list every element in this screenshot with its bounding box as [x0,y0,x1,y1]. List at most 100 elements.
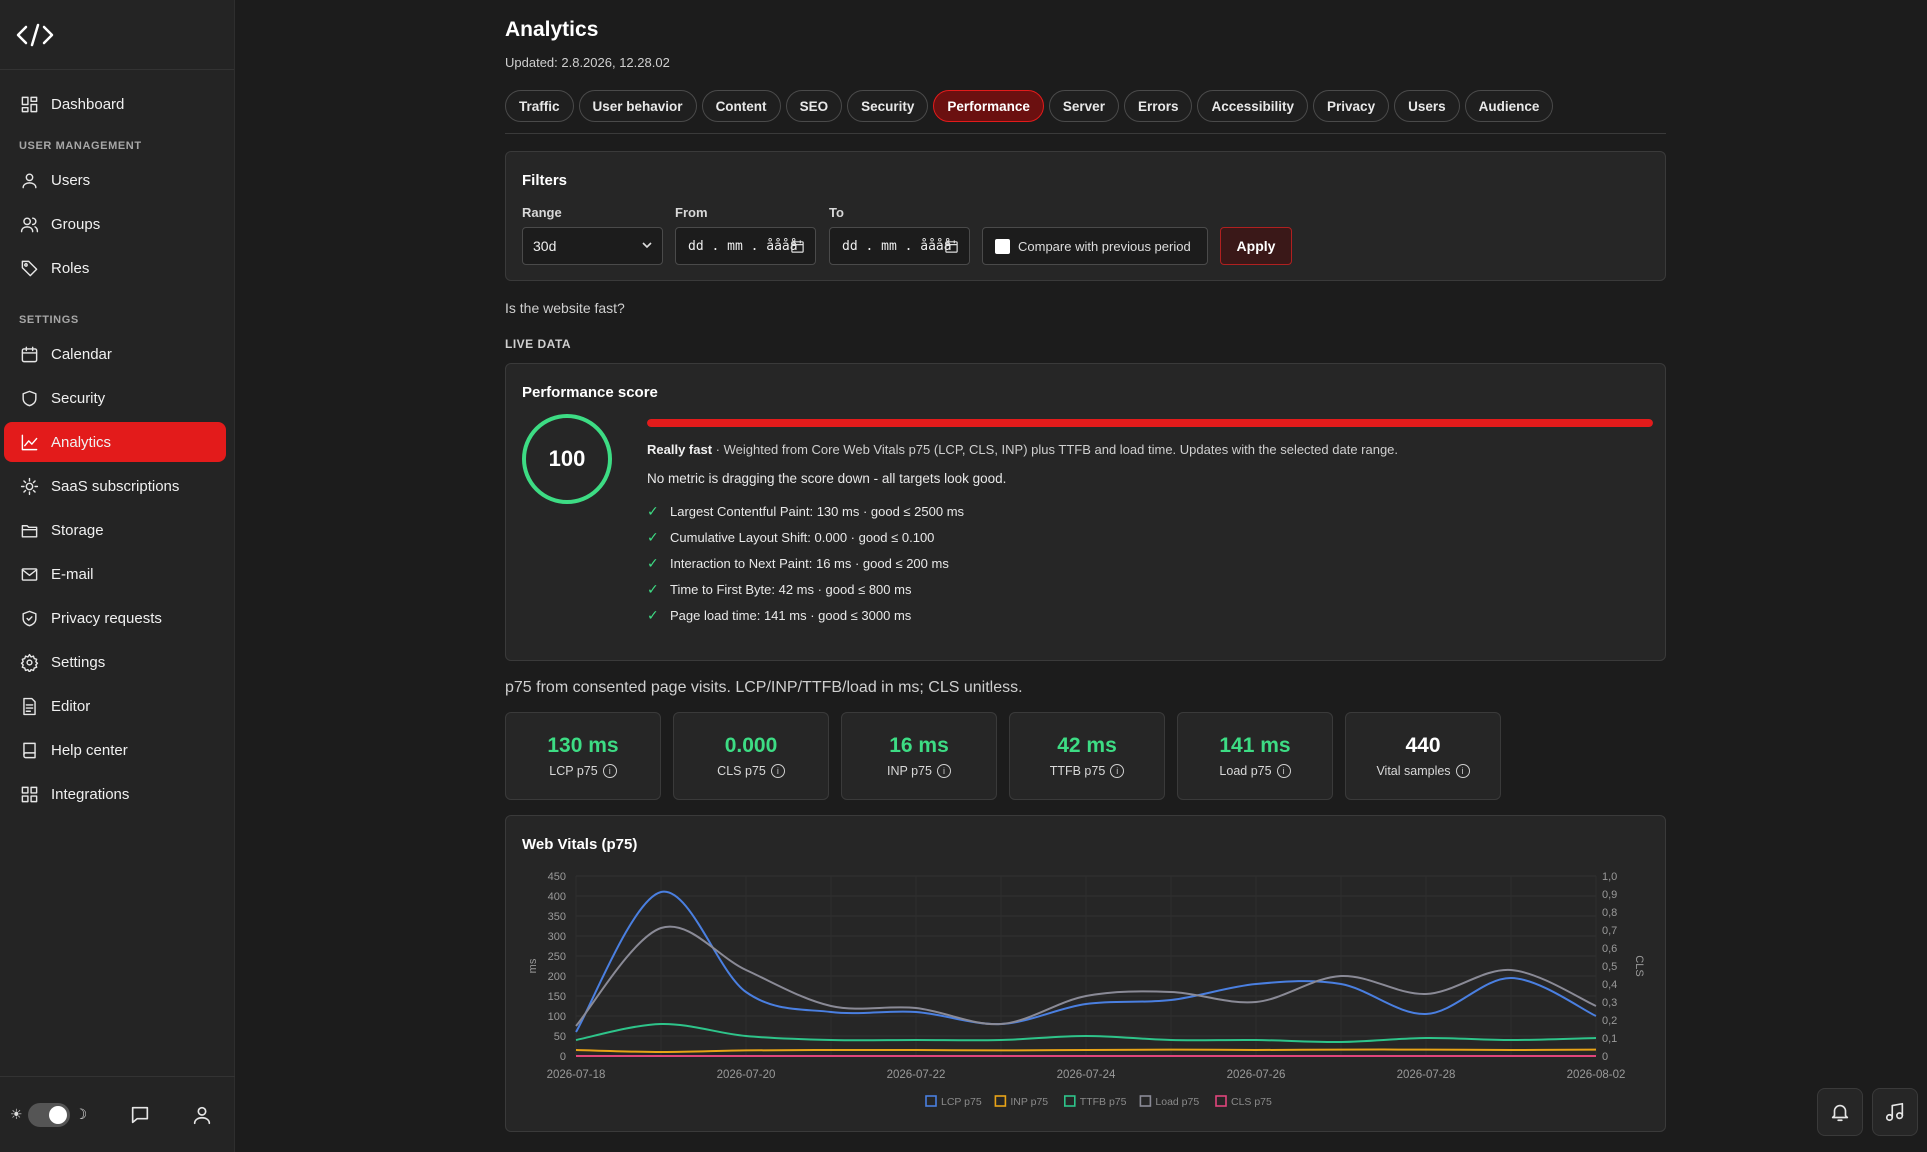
y-tick-label: 200 [548,971,566,983]
info-icon[interactable]: i [1110,764,1125,778]
calendar-icon[interactable] [790,239,805,254]
sidebar-item-privacy-requests[interactable]: Privacy requests [4,598,226,638]
sidebar-item-label: Groups [51,215,101,233]
info-icon[interactable]: i [936,764,951,778]
metric-row: ✓ Interaction to Next Paint: 16 ms · good… [647,550,964,576]
sidebar-item-roles[interactable]: Roles [4,248,226,288]
info-icon[interactable]: i [602,764,617,778]
compare-label: Compare with previous period [1018,238,1191,254]
kpi-label-text: INP p75 [887,764,932,778]
chat-button[interactable] [127,1102,153,1128]
sidebar-item-label: Editor [51,697,91,715]
metric-text: Cumulative Layout Shift: 0.000 · good ≤ … [670,529,935,545]
tab-audience[interactable]: Audience [1464,90,1554,122]
tab-seo[interactable]: SEO [785,90,843,122]
code-logo-icon [16,23,54,46]
kpi-tile-ttfb: 42 ms TTFB p75 i [1009,712,1165,800]
score-bar-fill [647,419,1653,427]
notifications-button[interactable] [1817,1088,1863,1136]
metric-row: ✓ Largest Contentful Paint: 130 ms · good… [647,498,964,524]
tag-icon [19,258,39,278]
y2-tick-label: 0,7 [1602,925,1617,937]
y2-tick-label: 0,1 [1602,1033,1617,1045]
tab-traffic[interactable]: Traffic [505,90,574,122]
y2-tick-label: 1,0 [1602,871,1617,883]
y-tick-label: 50 [554,1031,566,1043]
music-button[interactable] [1872,1088,1918,1136]
tab-performance[interactable]: Performance [933,90,1044,122]
sidebar-item-label: Users [51,171,91,189]
kpi-label: Load p75 i [1219,764,1291,778]
score-verdict: Really fast [647,442,713,457]
metric-text: Page load time: 141 ms · good ≤ 3000 ms [670,607,912,623]
kpi-tiles: 130 ms LCP p75 i 0.000 CLS p75 i 16 ms INP p7… [505,712,1501,800]
sidebar-item-settings[interactable]: Settings [4,642,226,682]
kpi-label-text: LCP p75 [549,764,598,778]
info-icon[interactable]: i [770,764,785,778]
sidebar-item-groups[interactable]: Groups [4,204,226,244]
legend-label: Load p75 [1155,1096,1199,1108]
sidebar-item-calendar[interactable]: Calendar [4,334,226,374]
folder-icon [19,520,39,540]
to-date-value: dd . mm . åååå [842,238,952,254]
calendar-icon[interactable] [944,239,959,254]
compare-checkbox[interactable] [995,238,1010,254]
sidebar-item-email[interactable]: E-mail [4,554,226,594]
mail-icon [19,564,39,584]
sidebar-nav: Dashboard USER MANAGEMENT Users Groups R… [0,70,234,814]
score-note: No metric is dragging the score down - a… [647,471,1007,486]
score-description: Really fast · Weighted from Core Web Vit… [647,442,1398,457]
y2-tick-label: 0,4 [1602,979,1617,991]
range-select[interactable]: 30d [522,227,663,265]
tab-security[interactable]: Security [847,90,929,122]
sidebar-item-editor[interactable]: Editor [4,686,226,726]
filters-title: Filters [522,172,568,189]
sidebar-item-integrations[interactable]: Integrations [4,774,226,814]
from-date-input[interactable]: dd . mm . åååå [675,227,816,265]
x-tick-label: 2026-07-18 [547,1069,606,1081]
apply-button[interactable]: Apply [1220,227,1292,265]
sidebar-item-security[interactable]: Security [4,378,226,418]
legend-label: INP p75 [1010,1096,1048,1108]
chart-line-icon [19,432,39,452]
compare-toggle[interactable]: Compare with previous period [982,227,1208,265]
y-axis-label: ms [527,958,539,973]
kpi-label-text: Vital samples [1376,764,1451,778]
tab-server[interactable]: Server [1048,90,1119,122]
filters-card: Filters Range From To 30d dd . mm . åååå… [505,151,1666,281]
kpi-tile-inp: 16 ms INP p75 i [841,712,997,800]
check-icon: ✓ [647,580,659,597]
kpi-tile-cls: 0.000 CLS p75 i [673,712,829,800]
user-icon [193,1106,211,1124]
theme-switch[interactable] [27,1102,70,1127]
performance-score-card: Performance score 100 Really fast · Weig… [505,363,1666,661]
x-tick-label: 2026-07-22 [887,1069,946,1081]
sidebar-item-saas-subscriptions[interactable]: SaaS subscriptions [4,466,226,506]
tab-user-behavior[interactable]: User behavior [578,90,697,122]
web-vitals-chart: 0 50 100 150 200 250 300 350 400 450 0 0,1 0,2 0,3 0,4… [527,871,1645,1108]
profile-button[interactable] [189,1102,215,1128]
tab-accessibility[interactable]: Accessibility [1197,90,1309,122]
sidebar-item-users[interactable]: Users [4,160,226,200]
tab-users[interactable]: Users [1394,90,1460,122]
to-date-input[interactable]: dd . mm . åååå [829,227,970,265]
sidebar-item-storage[interactable]: Storage [4,510,226,550]
y2-tick-label: 0,8 [1602,907,1617,919]
sidebar-item-analytics[interactable]: Analytics [4,422,226,462]
sidebar-item-help-center[interactable]: Help center [4,730,226,770]
info-icon[interactable]: i [1276,764,1291,778]
theme-toggle[interactable]: ☀ ☽ [10,1102,87,1127]
file-text-icon [19,696,39,716]
tab-errors[interactable]: Errors [1123,90,1193,122]
tab-privacy[interactable]: Privacy [1313,90,1390,122]
metric-list: ✓ Largest Contentful Paint: 130 ms · good… [647,498,964,628]
tab-content[interactable]: Content [701,90,781,122]
sidebar-item-label: Privacy requests [51,609,162,627]
logo[interactable] [0,0,234,70]
analytics-tabs: Traffic User behavior Content SEO Securi… [505,90,1554,122]
info-icon[interactable]: i [1455,764,1470,778]
sidebar-item-dashboard[interactable]: Dashboard [4,84,226,124]
legend-swatch [1215,1095,1227,1107]
y2-tick-label: 0,6 [1602,943,1617,955]
legend-swatch [994,1095,1007,1107]
